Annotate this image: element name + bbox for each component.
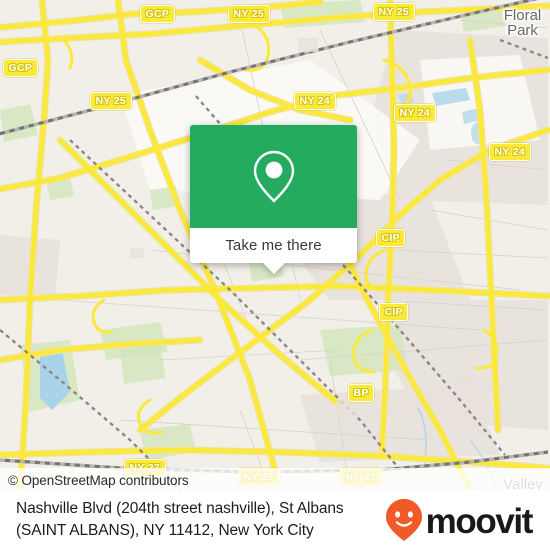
road-shield: NY 24 xyxy=(489,143,531,161)
address-line-1: Nashville Blvd (204th street nashville),… xyxy=(16,500,344,517)
road-shield: BP xyxy=(348,384,375,402)
moovit-logo[interactable]: moovit xyxy=(385,498,536,542)
popup-tail xyxy=(262,263,285,274)
map-canvas[interactable]: .rd { fill:none; stroke:#fbe93a; stroke-… xyxy=(0,0,550,490)
address-block: Nashville Blvd (204th street nashville),… xyxy=(16,498,344,542)
moovit-wordmark: moovit xyxy=(425,501,534,541)
road-shield: NY 27 xyxy=(238,468,280,486)
moovit-pin-smile-icon xyxy=(385,499,422,541)
address-line-2: (SAINT ALBANS), NY 11412, New York City xyxy=(16,522,314,539)
popup-action-bar[interactable]: Take me there xyxy=(190,228,357,274)
osm-attribution: © OpenStreetMap contributors xyxy=(8,473,189,488)
moovit-map-share-card: .rd { fill:none; stroke:#fbe93a; stroke-… xyxy=(0,0,550,550)
road-shield: NY 25 xyxy=(228,5,270,23)
road-shield: NY 27 xyxy=(340,468,382,486)
popup-pin-panel xyxy=(190,125,357,228)
map-pin-icon xyxy=(253,150,294,203)
road-shield: NY 24 xyxy=(394,104,436,122)
road-shield: NY 24 xyxy=(294,92,336,110)
road-shield: NY 25 xyxy=(90,92,132,110)
location-popup[interactable]: Take me there xyxy=(190,125,357,274)
road-shield: GCP xyxy=(3,59,38,77)
road-shield: GCP xyxy=(140,5,175,23)
road-shield: NY 25 xyxy=(373,3,415,21)
footer-bar: Nashville Blvd (204th street nashville),… xyxy=(0,490,550,550)
take-me-there-label: Take me there xyxy=(225,237,322,254)
road-shield: CIP xyxy=(379,303,409,321)
road-shield: CIP xyxy=(376,229,406,247)
